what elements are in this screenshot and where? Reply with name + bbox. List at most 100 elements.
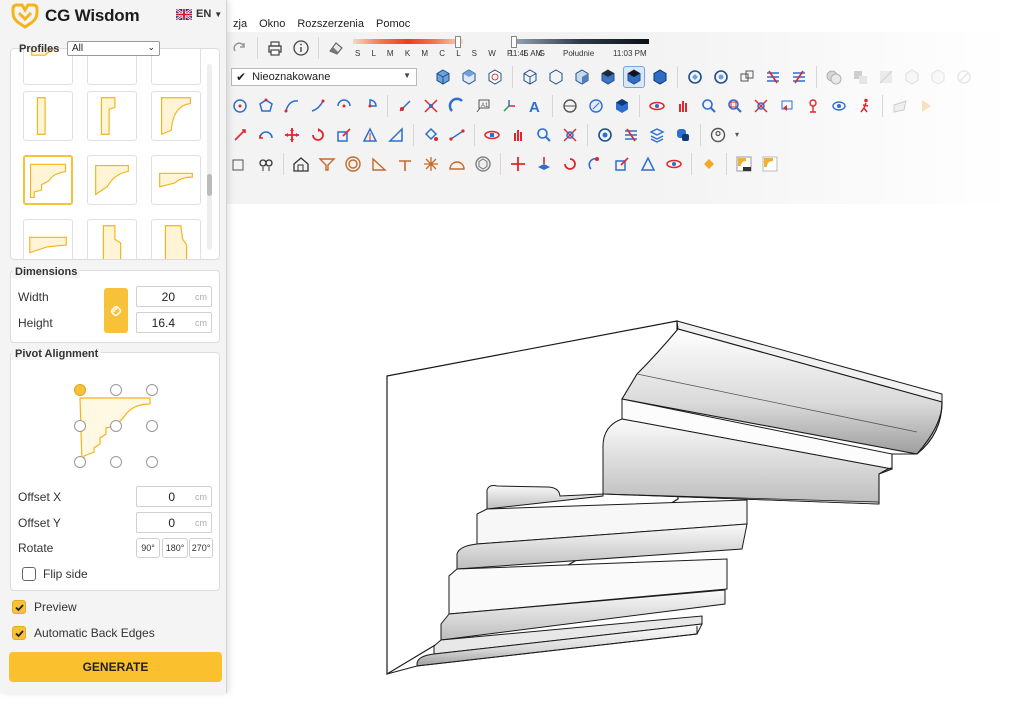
pan-icon[interactable] — [672, 95, 694, 117]
mushroom-shape-icon[interactable] — [394, 153, 416, 175]
menu-item-extensions[interactable]: Rozszerzenia — [291, 15, 370, 33]
section-cut-icon[interactable] — [585, 95, 607, 117]
rotate-180-button[interactable]: 180° — [162, 538, 188, 558]
profile-thumbnail[interactable] — [151, 219, 201, 259]
pie-icon[interactable] — [359, 95, 381, 117]
three-point-arc-icon[interactable] — [333, 95, 355, 117]
spark-shape-icon[interactable] — [420, 153, 442, 175]
profile-thumbnail[interactable] — [23, 91, 73, 141]
profile-thumbnail[interactable] — [87, 155, 137, 205]
paint-bucket-icon[interactable] — [420, 124, 442, 146]
sphere-shape-icon[interactable] — [472, 153, 494, 175]
arc-icon[interactable] — [281, 95, 303, 117]
spin-icon[interactable] — [559, 153, 581, 175]
move-point-icon[interactable] — [394, 95, 416, 117]
rotate-icon[interactable] — [307, 124, 329, 146]
walk-icon[interactable] — [854, 95, 876, 117]
offset-icon[interactable] — [255, 124, 277, 146]
wireframe-style-icon[interactable] — [545, 66, 567, 88]
protractor-icon[interactable] — [385, 124, 407, 146]
menu-item-view[interactable]: zja — [227, 15, 253, 33]
tag-tool-icon[interactable] — [481, 124, 503, 146]
profile-thumbnail[interactable] — [151, 155, 201, 205]
two-point-arc-icon[interactable] — [307, 95, 329, 117]
scale-point-icon[interactable] — [420, 95, 442, 117]
explode-icon[interactable] — [507, 153, 529, 175]
offset-y-input[interactable]: 0 cm — [136, 512, 212, 533]
bend-icon[interactable] — [585, 153, 607, 175]
solid-split-icon[interactable] — [901, 66, 923, 88]
pivot-point-top-left[interactable] — [74, 384, 86, 396]
menu-item-window[interactable]: Okno — [253, 15, 291, 33]
hand-pan-icon[interactable] — [507, 124, 529, 146]
generate-button[interactable]: GENERATE — [9, 652, 222, 682]
torus-shape-icon[interactable] — [342, 153, 364, 175]
warehouse-icon[interactable] — [594, 124, 616, 146]
shadow-date-slider[interactable] — [353, 39, 463, 44]
pivot-point-middle-right[interactable] — [146, 420, 158, 432]
profiles-filter-select[interactable]: All ⌄ — [67, 41, 160, 56]
date-slider-handle[interactable] — [455, 36, 461, 48]
zoom-icon[interactable] — [698, 95, 720, 117]
zoom-extents-icon[interactable] — [750, 95, 772, 117]
follow-me-icon[interactable] — [446, 95, 468, 117]
pivot-point-bottom-right[interactable] — [146, 456, 158, 468]
pivot-point-bottom-center[interactable] — [110, 456, 122, 468]
top-view-icon[interactable] — [458, 66, 480, 88]
profile-thumbnail[interactable] — [87, 219, 137, 259]
front-view-icon[interactable] — [484, 66, 506, 88]
height-input[interactable]: 16.4 cm — [136, 312, 212, 333]
profile-builder-icon[interactable] — [759, 153, 781, 175]
scrollbar-thumb[interactable] — [207, 174, 212, 196]
polygon-icon[interactable] — [255, 95, 277, 117]
section-plane-icon[interactable] — [559, 95, 581, 117]
shaded-style-icon[interactable] — [571, 66, 593, 88]
play-icon[interactable] — [915, 95, 937, 117]
solid-union-icon[interactable] — [823, 66, 845, 88]
profiles-scrollbar[interactable] — [207, 64, 212, 250]
zoom-window-icon[interactable] — [724, 95, 746, 117]
lock-proportions-button[interactable] — [104, 288, 128, 333]
circle-icon[interactable] — [229, 95, 251, 117]
profile-thumbnail[interactable] — [23, 155, 73, 205]
shadow-time-slider[interactable] — [511, 39, 649, 44]
wedge-shape-icon[interactable] — [368, 153, 390, 175]
pivot-point-top-center[interactable] — [110, 384, 122, 396]
no-icon[interactable] — [953, 66, 975, 88]
offset-x-input[interactable]: 0 cm — [136, 486, 212, 507]
preview-checkbox[interactable] — [12, 600, 26, 614]
rotate-90-button[interactable]: 90° — [136, 538, 160, 558]
extension-warehouse-icon[interactable] — [672, 124, 694, 146]
flip-side-checkbox[interactable] — [22, 567, 36, 581]
stack-icon[interactable] — [646, 124, 668, 146]
funnel-shape-icon[interactable] — [316, 153, 338, 175]
menu-item-help[interactable]: Pomoc — [370, 15, 416, 33]
pivot-point-middle-left[interactable] — [74, 420, 86, 432]
profile-thumbnail[interactable] — [87, 91, 137, 141]
tag-select[interactable]: ✔ Nieoznakowane ▼ — [231, 68, 417, 86]
account-icon[interactable] — [707, 124, 729, 146]
outer-shell-icon[interactable] — [927, 66, 949, 88]
time-slider-handle[interactable] — [511, 36, 517, 48]
search-icon[interactable] — [533, 124, 555, 146]
dome-shape-icon[interactable] — [446, 153, 468, 175]
house-component-icon[interactable] — [290, 153, 312, 175]
camera-views-icon[interactable] — [229, 153, 251, 175]
scale-box-icon[interactable] — [611, 153, 633, 175]
material-settings-icon[interactable] — [710, 66, 732, 88]
profile-thumbnail[interactable] — [151, 91, 201, 141]
push-pull-icon[interactable] — [229, 124, 251, 146]
xray-style-icon[interactable] — [519, 66, 541, 88]
chevron-down-icon[interactable]: ▾ — [733, 124, 741, 146]
back-edges-checkbox[interactable] — [12, 626, 26, 640]
3d-text-icon[interactable]: A — [524, 95, 546, 117]
orbit-icon[interactable] — [646, 95, 668, 117]
profile-thumbnail[interactable] — [23, 219, 73, 259]
rotate-270-button[interactable]: 270° — [189, 538, 213, 558]
orbit-camera-icon[interactable] — [663, 153, 685, 175]
pivot-point-top-right[interactable] — [146, 384, 158, 396]
text-icon[interactable]: A1 — [472, 95, 494, 117]
position-camera-icon[interactable] — [802, 95, 824, 117]
model-viewport[interactable] — [227, 204, 1013, 728]
dimension-icon[interactable] — [446, 124, 468, 146]
